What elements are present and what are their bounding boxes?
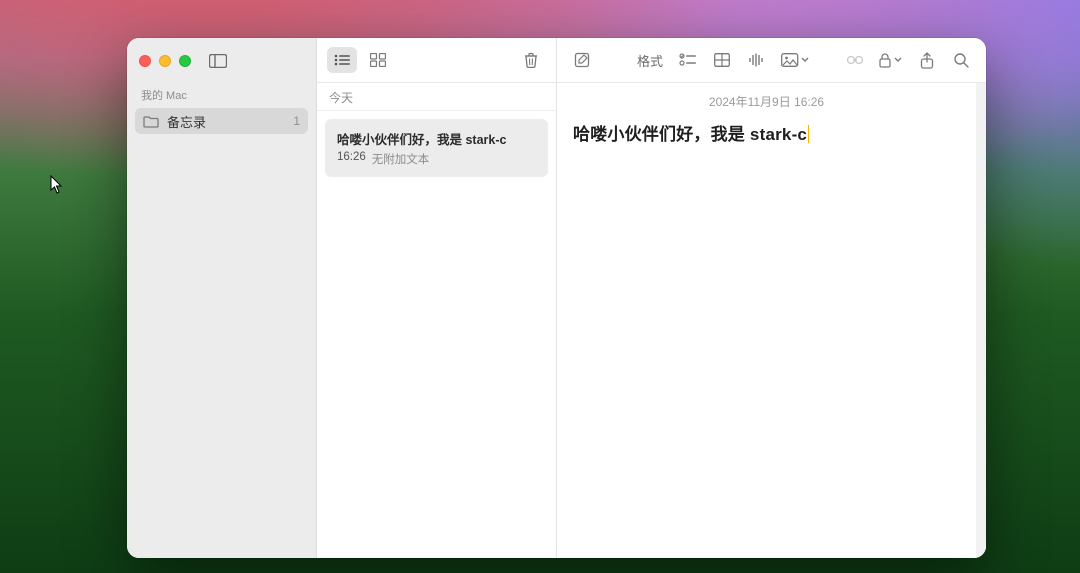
sidebar-folder-count: 1 — [293, 114, 300, 128]
sidebar-folder-label: 备忘录 — [167, 112, 206, 131]
gallery-view-button[interactable] — [363, 47, 393, 73]
list-view-button[interactable] — [327, 47, 357, 73]
format-label: 格式 — [637, 51, 663, 70]
share-button[interactable] — [912, 47, 942, 73]
media-button[interactable] — [775, 47, 815, 73]
notes-list-pane: 今天 哈喽小伙伴们好，我是 stark-c 16:26 无附加文本 — [317, 38, 557, 558]
lock-button[interactable] — [874, 47, 908, 73]
text-caret — [808, 125, 809, 143]
format-button[interactable]: 格式 — [631, 47, 669, 73]
minimize-button[interactable] — [159, 55, 171, 67]
search-button[interactable] — [946, 47, 976, 73]
table-button[interactable] — [707, 47, 737, 73]
editor-pane: 格式 — [557, 38, 986, 558]
checklist-button[interactable] — [673, 47, 703, 73]
close-button[interactable] — [139, 55, 151, 67]
sidebar-section-header: 我的 Mac — [127, 83, 316, 105]
window-titlebar-left — [127, 38, 316, 83]
delete-note-button[interactable] — [516, 47, 546, 73]
mouse-cursor — [50, 175, 64, 195]
editor-title-text: 哈喽小伙伴们好，我是 stark-c — [573, 125, 807, 144]
editor-toolbar: 格式 — [557, 38, 986, 83]
link-icon[interactable] — [840, 47, 870, 73]
sidebar: 我的 Mac 备忘录 1 — [127, 38, 317, 558]
note-item-preview: 无附加文本 — [372, 151, 430, 167]
zoom-button[interactable] — [179, 55, 191, 67]
note-item-title: 哈喽小伙伴们好，我是 stark-c — [337, 129, 536, 148]
editor-title[interactable]: 哈喽小伙伴们好，我是 stark-c — [573, 120, 960, 145]
note-list-item[interactable]: 哈喽小伙伴们好，我是 stark-c 16:26 无附加文本 — [325, 119, 548, 177]
toggle-sidebar-icon[interactable] — [205, 50, 231, 72]
audio-button[interactable] — [741, 47, 771, 73]
editor-body[interactable]: 2024年11月9日 16:26 哈喽小伙伴们好，我是 stark-c — [557, 83, 986, 558]
window-controls — [139, 55, 191, 67]
note-item-time: 16:26 — [337, 151, 366, 167]
new-note-button[interactable] — [567, 47, 597, 73]
folder-icon — [143, 114, 159, 128]
notes-app-window: 我的 Mac 备忘录 1 — [127, 38, 986, 558]
sidebar-item-notes-folder[interactable]: 备忘录 1 — [135, 108, 308, 134]
note-item-meta: 16:26 无附加文本 — [337, 151, 536, 167]
editor-date: 2024年11月9日 16:26 — [573, 93, 960, 110]
notes-list-section-header: 今天 — [317, 83, 556, 111]
editor-scrollbar-gutter — [976, 83, 986, 558]
notes-list-toolbar — [317, 38, 556, 83]
